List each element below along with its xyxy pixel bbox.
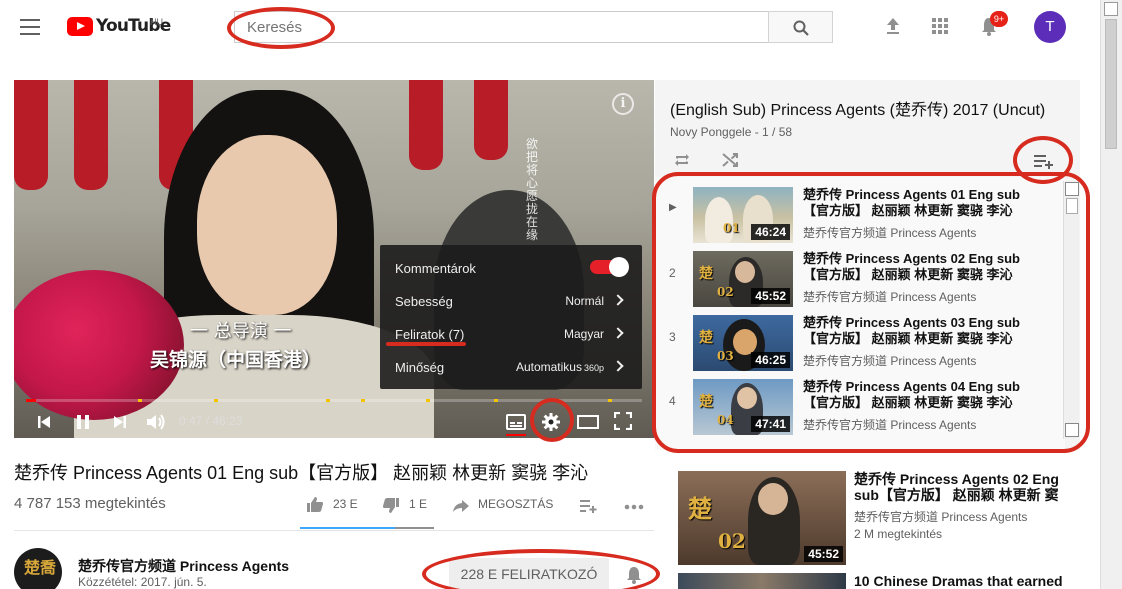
subtitles-active-bar (506, 434, 526, 436)
theater-icon[interactable] (577, 414, 599, 430)
settings-menu: Kommentárok Sebesség Normál Feliratok (7… (380, 245, 642, 389)
chevron-right-icon (612, 360, 624, 372)
channel-avatar[interactable]: 楚喬 (14, 548, 62, 589)
annotation-circle-subscribe (422, 549, 660, 589)
related-title[interactable]: 楚乔传 Princess Agents 02 Eng sub【官方版】 赵丽颖 … (854, 471, 1069, 503)
annotation-circle-search (227, 7, 335, 49)
vertical-caption: 欲把将心愿拢在缘 (526, 137, 539, 242)
account-avatar[interactable]: T (1034, 11, 1066, 43)
apps-icon[interactable] (931, 17, 949, 35)
thumb-up-icon[interactable] (306, 496, 324, 513)
settings-speed[interactable]: Sebesség Normál (380, 284, 642, 317)
search-icon (793, 20, 809, 36)
pause-icon[interactable] (74, 413, 92, 431)
shuffle-icon[interactable] (721, 152, 739, 168)
share-icon[interactable] (452, 499, 470, 513)
playlist-owner-progress: Novy Ponggele - 1 / 58 (670, 125, 793, 139)
channel-name[interactable]: 楚乔传官方频道 Princess Agents (78, 556, 289, 576)
related-video[interactable]: 楚 02 45:52 楚乔传 Princess Agents 02 Eng su… (678, 471, 1078, 565)
youtube-play-icon (67, 16, 93, 36)
volume-icon[interactable] (145, 412, 167, 432)
chevron-right-icon (612, 327, 624, 339)
view-count: 4 787 153 megtekintés (14, 495, 166, 512)
burned-subtitle-2: 吴锦源（中国香港） (150, 349, 322, 371)
info-icon[interactable]: i (612, 93, 634, 115)
loop-icon[interactable] (673, 152, 691, 168)
progress-played (26, 399, 37, 402)
divider (14, 530, 654, 531)
search-button[interactable] (768, 11, 833, 43)
add-to-playlist-icon[interactable] (579, 498, 597, 514)
publish-date: Közzététel: 2017. jún. 5. (78, 575, 207, 589)
annotations-toggle[interactable] (590, 257, 629, 277)
share-button[interactable]: MEGOSZTÁS (478, 497, 553, 511)
playlist-title[interactable]: (English Sub) Princess Agents (楚乔传) 2017… (670, 96, 1045, 120)
subtitles-icon[interactable] (506, 414, 526, 430)
related-views: 2 M megtekintés (854, 527, 943, 541)
annotation-underline-subtitles (386, 342, 466, 346)
annotation-circle-settings (530, 398, 574, 442)
page-scrollbar[interactable] (1100, 0, 1122, 589)
settings-annotations[interactable]: Kommentárok (380, 251, 642, 284)
settings-quality[interactable]: Minőség Automatikus 360p (380, 350, 642, 383)
thumb-down-icon[interactable] (382, 497, 400, 514)
notification-badge: 9+ (990, 11, 1008, 27)
video-player[interactable]: 欲把将心愿拢在缘 一 总导演 一 吴锦源（中国香港） i Kommentárok… (14, 80, 654, 438)
top-bar: YouTube HU 9+ T (0, 0, 1100, 56)
related-thumbnail[interactable]: 楚 02 45:52 (678, 471, 846, 565)
related-thumbnail[interactable] (678, 573, 846, 589)
like-ratio-bar (300, 527, 434, 529)
related-video[interactable]: 10 Chinese Dramas that earned (678, 573, 1078, 589)
next-icon[interactable] (112, 414, 128, 430)
upload-icon[interactable] (884, 16, 902, 36)
burned-subtitle-1: 一 总导演 一 (190, 321, 292, 342)
fullscreen-icon[interactable] (614, 412, 632, 430)
region-code: HU (150, 17, 163, 27)
like-count: 23 E (333, 497, 358, 511)
chevron-right-icon (612, 294, 624, 306)
annotation-box-playlist (652, 172, 1090, 453)
scroll-up-arrow[interactable] (1104, 2, 1118, 16)
hamburger-icon[interactable] (20, 19, 40, 35)
related-title[interactable]: 10 Chinese Dramas that earned (854, 573, 1069, 589)
related-channel[interactable]: 楚乔传官方频道 Princess Agents (854, 508, 1027, 525)
previous-icon[interactable] (36, 414, 52, 430)
more-icon[interactable] (624, 504, 644, 510)
time-display: 0:47 / 46:23 (179, 414, 243, 428)
video-title: 楚乔传 Princess Agents 01 Eng sub【官方版】 赵丽颖 … (14, 463, 589, 483)
dislike-count: 1 E (409, 497, 428, 511)
scroll-thumb[interactable] (1105, 19, 1117, 149)
